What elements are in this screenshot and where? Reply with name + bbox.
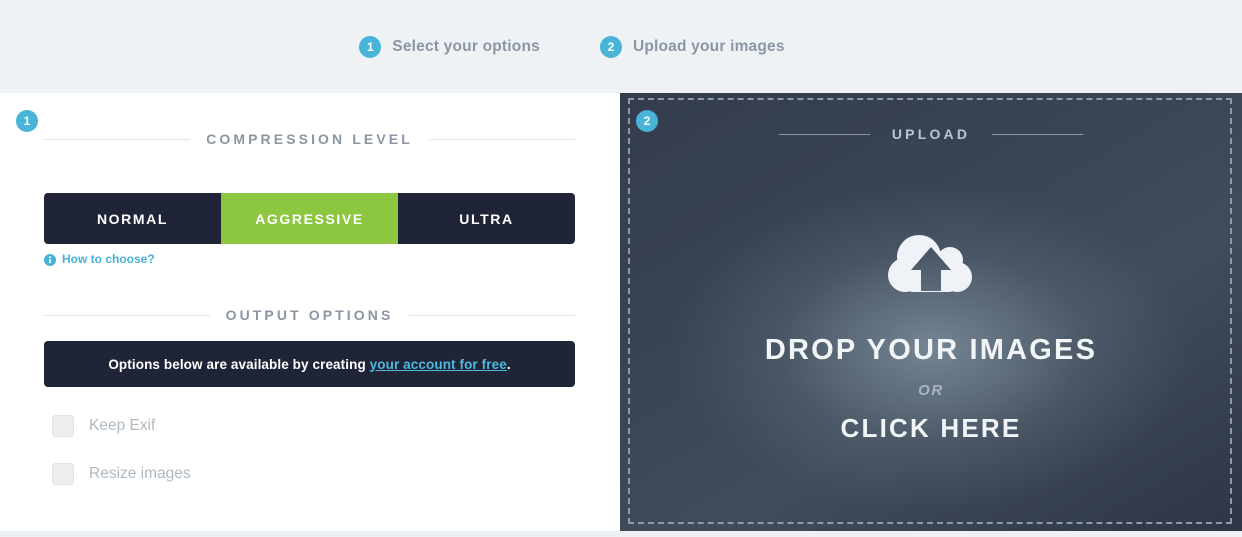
upload-title: UPLOAD [891,126,971,142]
compression-option-normal[interactable]: NORMAL [44,193,221,244]
divider-line-left [778,133,870,135]
step-1-badge: 1 [359,35,382,58]
options-panel: 1 COMPRESSION LEVEL NORMAL AGGRESSIVE UL… [0,93,620,531]
create-account-link[interactable]: your account for free [370,357,507,372]
resize-images-row[interactable]: Resize images [52,463,191,485]
step-select-options[interactable]: 1 Select your options [359,35,540,58]
image-dropzone[interactable] [628,98,1232,524]
output-options-header: OUTPUT OPTIONS [44,307,576,323]
keep-exif-label: Keep Exif [89,417,156,434]
divider-line-left [44,314,210,316]
output-options-title: OUTPUT OPTIONS [225,307,394,323]
cloud-upload-icon-wrap [620,223,1242,303]
account-notice-banner: Options below are available by creating … [44,341,575,387]
divider-line-right [428,138,576,140]
compression-level-title: COMPRESSION LEVEL [206,131,413,147]
main-content: 1 COMPRESSION LEVEL NORMAL AGGRESSIVE UL… [0,93,1242,531]
compression-option-aggressive[interactable]: AGGRESSIVE [221,193,398,244]
divider-line-left [44,138,191,140]
account-notice-text: Options below are available by creating … [108,357,510,372]
resize-images-label: Resize images [89,465,191,482]
divider-line-right [409,314,576,316]
stepper-items: 1 Select your options 2 Upload your imag… [359,35,785,58]
options-panel-badge: 1 [16,110,38,132]
drop-or-text: OR [918,382,944,399]
step-1-label: Select your options [392,37,540,55]
info-circle-icon [44,253,56,266]
step-2-badge: 2 [599,35,622,58]
divider-line-right [992,133,1084,135]
compression-level-selector[interactable]: NORMAL AGGRESSIVE ULTRA [44,193,575,244]
cloud-upload-icon [888,235,972,292]
notice-prefix: Options below are available by creating [108,356,370,372]
how-to-choose-link[interactable]: How to choose? [44,252,155,266]
upload-panel-badge: 2 [636,110,658,132]
stepper-bar: 1 Select your options 2 Upload your imag… [0,0,1242,93]
upload-header: UPLOAD [620,126,1242,142]
step-upload-images[interactable]: 2 Upload your images [599,35,785,58]
keep-exif-checkbox[interactable] [52,415,74,437]
footer-strip [0,531,1242,537]
keep-exif-row[interactable]: Keep Exif [52,415,155,437]
notice-suffix: . [506,356,511,372]
click-here-text[interactable]: CLICK HERE [620,415,1242,441]
compression-level-header: COMPRESSION LEVEL [44,131,576,147]
compression-option-ultra[interactable]: ULTRA [398,193,575,244]
resize-images-checkbox[interactable] [52,463,74,485]
step-2-label: Upload your images [632,37,785,55]
upload-panel: 2 UPLOAD DROP YOUR IMAGES OR CLICK HERE [620,93,1242,531]
dropzone-instructions: DROP YOUR IMAGES OR CLICK HERE [620,336,1242,442]
drop-images-text[interactable]: DROP YOUR IMAGES [620,336,1242,365]
how-to-choose-label: How to choose? [62,252,155,266]
